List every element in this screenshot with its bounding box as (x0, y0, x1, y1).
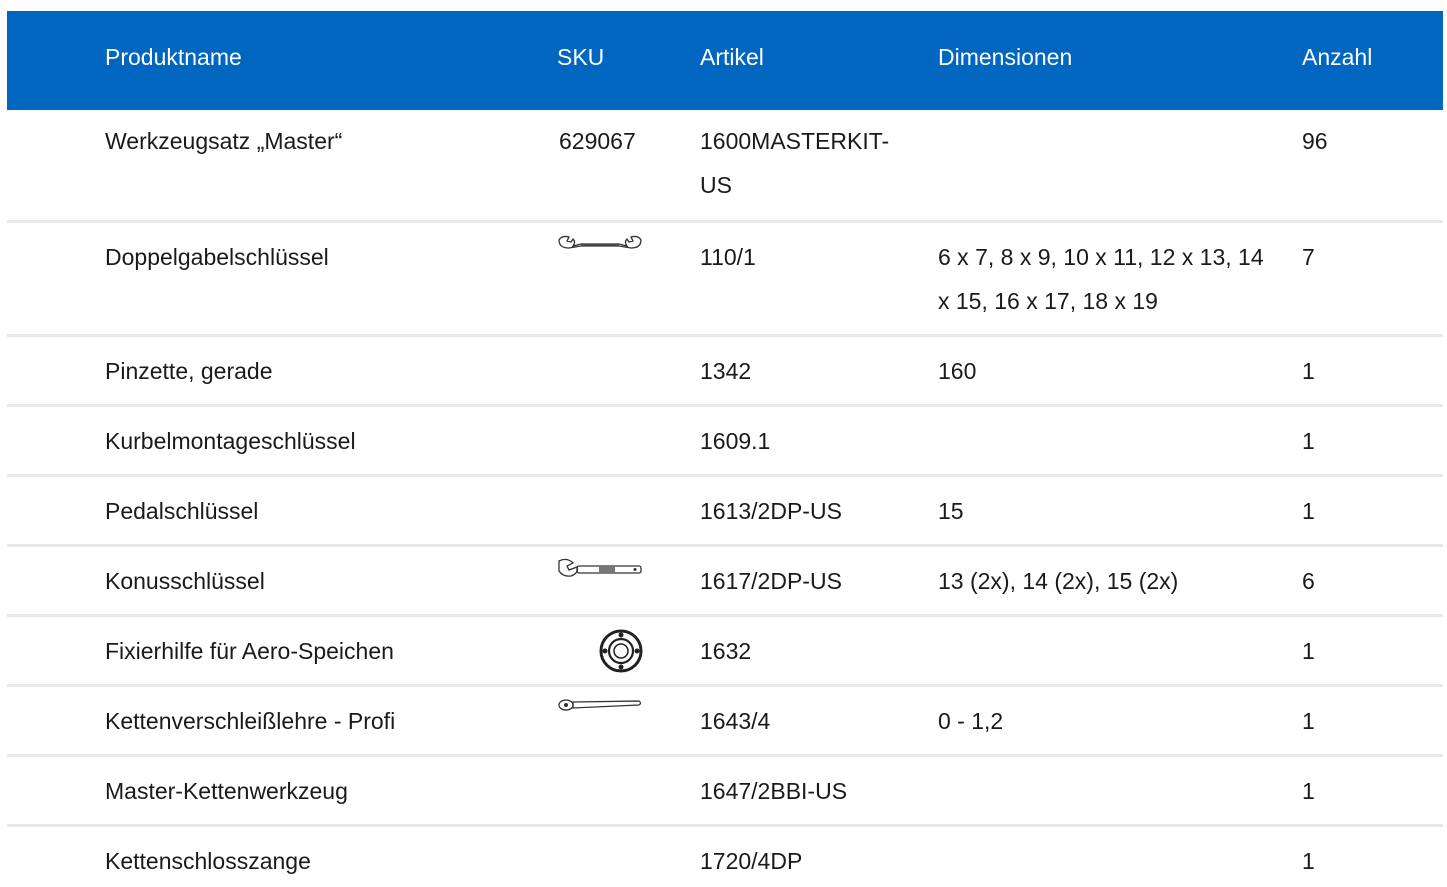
cell-anzahl: 1 (1302, 848, 1315, 874)
cell-artikel: 1600MASTERKIT-US (700, 128, 890, 198)
cell-anzahl: 1 (1302, 708, 1315, 734)
cell-anzahl: 7 (1302, 244, 1315, 270)
cell-artikel: 1613/2DP-US (700, 498, 842, 524)
cell-anzahl: 1 (1302, 778, 1315, 804)
table-row: Werkzeugsatz „Master“ 629067 1600MASTERK… (7, 110, 1443, 223)
cell-product-name: Konusschlüssel (105, 568, 265, 594)
cell-anzahl: 6 (1302, 568, 1315, 594)
table-row: Kettenschlosszange 1720/4DP 1 (7, 827, 1443, 887)
cell-artikel: 1342 (700, 358, 752, 384)
cell-product-name: Werkzeugsatz „Master“ (105, 128, 343, 154)
cell-product-name: Master-Kettenwerkzeug (105, 778, 348, 804)
cell-product-name: Fixierhilfe für Aero-Speichen (105, 638, 394, 664)
cell-anzahl: 1 (1302, 358, 1315, 384)
header-dimensionen: Dimensionen (938, 44, 1073, 70)
cell-anzahl: 1 (1302, 638, 1315, 664)
cell-dimensionen: 0 - 1,2 (938, 708, 1004, 734)
cell-product-name: Pinzette, gerade (105, 358, 273, 384)
cell-artikel: 1720/4DP (700, 848, 803, 874)
cell-artikel: 1609.1 (700, 428, 771, 454)
header-sku: SKU (557, 44, 605, 70)
cell-dimensionen: 15 (938, 498, 964, 524)
cell-product-name: Kettenverschleißlehre - Profi (105, 708, 396, 734)
cell-anzahl: 1 (1302, 498, 1315, 524)
cell-dimensionen: 6 x 7, 8 x 9, 10 x 11, 12 x 13, 14 x 15,… (938, 244, 1264, 314)
cell-anzahl: 96 (1302, 128, 1328, 154)
cell-artikel: 1617/2DP-US (700, 568, 842, 594)
table-row: Pinzette, gerade 1342 160 1 (7, 337, 1443, 407)
table-row: Fixierhilfe für Aero-Speichen 1632 1 (7, 617, 1443, 687)
table-row: Master-Kettenwerkzeug 1647/2BBI-US 1 (7, 757, 1443, 827)
cell-product-name: Pedalschlüssel (105, 498, 259, 524)
header-artikel: Artikel (700, 44, 764, 70)
cell-dimensionen: 160 (938, 358, 977, 384)
table-header: Produktname SKU Artikel Dimensionen Anza… (7, 11, 1443, 110)
header-anzahl: Anzahl (1302, 44, 1373, 70)
table-row: Konusschlüssel 1617/2DP-US 13 (2x), 14 (… (7, 547, 1443, 617)
table-row: Doppelgabelschlüssel 110/1 6 x 7, 8 x 9,… (7, 223, 1443, 337)
product-table: Produktname SKU Artikel Dimensionen Anza… (7, 11, 1443, 887)
cell-product-name: Doppelgabelschlüssel (105, 244, 329, 270)
cell-product-name: Kettenschlosszange (105, 848, 311, 874)
cone-wrench-icon (557, 557, 643, 583)
cell-artikel: 1647/2BBI-US (700, 778, 848, 804)
table-row: Pedalschlüssel 1613/2DP-US 15 1 (7, 477, 1443, 547)
chain-wear-gauge-icon (557, 697, 643, 713)
cell-product-name: Kurbelmontageschlüssel (105, 428, 356, 454)
cell-artikel: 1632 (700, 638, 752, 664)
table-row: Kurbelmontageschlüssel 1609.1 1 (7, 407, 1443, 477)
aero-spoke-holder-icon (597, 627, 645, 675)
header-product-name: Produktname (105, 44, 242, 70)
cell-anzahl: 1 (1302, 428, 1315, 454)
cell-dimensionen: 13 (2x), 14 (2x), 15 (2x) (938, 568, 1179, 594)
table-row: Kettenverschleißlehre - Profi 1643/4 0 -… (7, 687, 1443, 757)
double-open-end-wrench-icon (557, 233, 643, 255)
cell-artikel: 1643/4 (700, 708, 771, 734)
cell-sku: 629067 (559, 128, 636, 154)
cell-artikel: 110/1 (700, 244, 756, 270)
